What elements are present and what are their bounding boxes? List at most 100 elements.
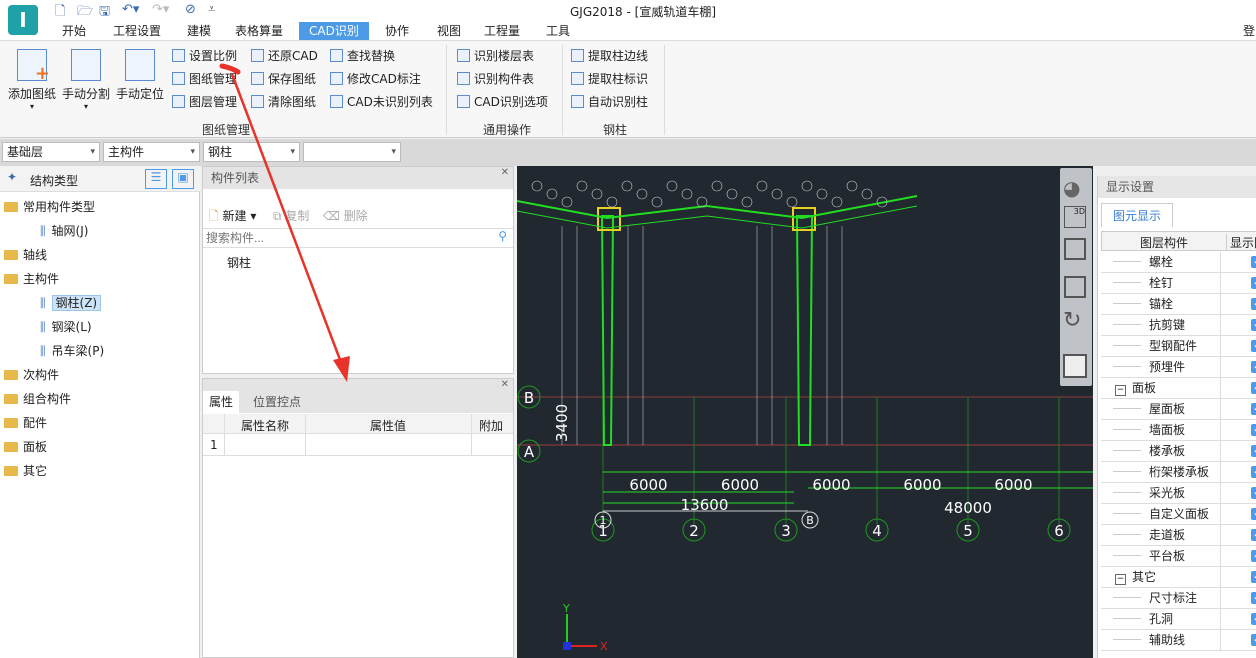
ribbon-button-col5-0[interactable]: 提取柱边线 <box>571 46 648 66</box>
visible-checkbox[interactable]: ✓ <box>1251 361 1256 373</box>
copy-button[interactable]: ⧉ 复制 <box>273 207 309 224</box>
rotate-icon[interactable]: ↻ <box>1063 308 1081 333</box>
close-icon[interactable]: ✕ <box>501 167 509 178</box>
search-input[interactable] <box>203 228 513 248</box>
ribbon-button-col2-2[interactable]: 清除图纸 <box>251 92 316 112</box>
globe-icon[interactable]: ⊘ <box>185 2 196 17</box>
component-select[interactable] <box>303 142 401 162</box>
tree-item[interactable]: 轴线 <box>4 244 47 266</box>
tree-item[interactable]: 面板 <box>4 436 47 458</box>
tab-properties[interactable]: 属性 <box>203 391 240 413</box>
ribbon-button-col5-1[interactable]: 提取柱标识 <box>571 69 648 89</box>
tab-3[interactable]: 表格算量 <box>225 22 293 40</box>
tab-4[interactable]: CAD识别 <box>299 22 369 40</box>
tree-item[interactable]: 次构件 <box>4 364 59 386</box>
tab-element-display[interactable]: 图元显示 <box>1101 203 1173 227</box>
new-file-icon[interactable]: 🗋 <box>55 2 65 24</box>
visible-checkbox[interactable]: ✓ <box>1251 256 1256 268</box>
grid-view-icon[interactable] <box>1063 354 1087 378</box>
app-logo[interactable]: I <box>8 5 38 35</box>
visible-checkbox[interactable]: ✓ <box>1251 424 1256 436</box>
visible-checkbox[interactable]: ✓ <box>1251 382 1256 394</box>
orbit-icon[interactable]: ◕ <box>1063 176 1080 200</box>
layer-row[interactable]: 自定义面板✓ <box>1101 504 1256 525</box>
tree-item[interactable]: ⫼ 轴网(J) <box>40 220 88 242</box>
ribbon-button-col4-2[interactable]: CAD识别选项 <box>457 92 548 112</box>
layer-row[interactable]: 采光板✓ <box>1101 483 1256 504</box>
collapse-icon[interactable]: − <box>1115 385 1126 396</box>
layer-row[interactable]: 屋面板✓ <box>1101 399 1256 420</box>
layer-row[interactable]: 辅助线✓ <box>1101 630 1256 651</box>
layer-row[interactable]: 楼承板✓ <box>1101 441 1256 462</box>
layer-row[interactable]: 抗剪键✓ <box>1101 315 1256 336</box>
ribbon-button-col2-0[interactable]: 还原CAD <box>251 46 318 66</box>
tree-item[interactable]: 其它 <box>4 460 47 482</box>
visible-checkbox[interactable]: ✓ <box>1251 466 1256 478</box>
ribbon-button-col4-0[interactable]: 识别楼层表 <box>457 46 534 66</box>
redo-icon[interactable]: ↷▾ <box>152 2 169 17</box>
manual-locate-button[interactable]: 手动定位 <box>114 49 166 102</box>
cad-canvas[interactable]: 6000 6000 6000 6000 6000 13600 48000 3400 1 2 3 4 5 6… <box>517 166 1093 658</box>
undo-icon[interactable]: ↶▾ <box>122 2 139 17</box>
tree-item[interactable]: ⫼ 钢柱(Z) <box>40 292 102 314</box>
visible-checkbox[interactable]: ✓ <box>1251 529 1256 541</box>
3d-view-icon[interactable]: 3D <box>1064 206 1086 228</box>
visible-checkbox[interactable]: ✓ <box>1251 445 1256 457</box>
layer-row[interactable]: 螺栓✓ <box>1101 252 1256 273</box>
tree-item[interactable]: ⫼ 吊车梁(P) <box>40 340 104 362</box>
visible-checkbox[interactable]: ✓ <box>1251 403 1256 415</box>
ribbon-button-col1-1[interactable]: 图纸管理 <box>172 69 237 89</box>
new-button[interactable]: 🗋 新建 ▾ <box>209 207 256 228</box>
visible-checkbox[interactable]: ✓ <box>1251 550 1256 562</box>
layer-row[interactable]: 栓钉✓ <box>1101 273 1256 294</box>
tab-1[interactable]: 工程设置 <box>103 22 171 40</box>
layer-row[interactable]: 桁架楼承板✓ <box>1101 462 1256 483</box>
layer-row[interactable]: 墙面板✓ <box>1101 420 1256 441</box>
layer-row[interactable]: 锚栓✓ <box>1101 294 1256 315</box>
layer-row[interactable]: 尺寸标注✓ <box>1101 588 1256 609</box>
customize-icon[interactable]: ⩡ <box>208 2 215 17</box>
cube-view-icon[interactable] <box>1064 276 1086 298</box>
visible-checkbox[interactable]: ✓ <box>1251 508 1256 520</box>
tree-item[interactable]: 主构件 <box>4 268 59 290</box>
layer-row[interactable]: −其它✓ <box>1101 567 1256 588</box>
list-view-icon[interactable]: ☰ <box>145 169 167 189</box>
tree-item[interactable]: ⫼ 钢梁(L) <box>40 316 92 338</box>
layer-row[interactable]: 型钢配件✓ <box>1101 336 1256 357</box>
floor-select[interactable]: 基础层 <box>2 142 100 162</box>
ribbon-button-col5-2[interactable]: 自动识别柱 <box>571 92 648 112</box>
ribbon-button-col4-1[interactable]: 识别构件表 <box>457 69 534 89</box>
login-link[interactable]: 登 <box>1243 22 1255 39</box>
tab-8[interactable]: 工具 <box>536 22 580 40</box>
ribbon-button-col1-0[interactable]: 设置比例 <box>172 46 237 66</box>
tree-item[interactable]: 常用构件类型 <box>4 196 95 218</box>
manual-split-button[interactable]: 手动分割 ▾ <box>60 49 112 111</box>
table-row[interactable]: 1 <box>203 435 513 456</box>
type-select[interactable]: 钢柱 <box>203 142 300 162</box>
visible-checkbox[interactable]: ✓ <box>1251 277 1256 289</box>
save-icon[interactable]: 🖫 <box>99 2 110 24</box>
tab-6[interactable]: 视图 <box>427 22 471 40</box>
visible-checkbox[interactable]: ✓ <box>1251 613 1256 625</box>
search-icon[interactable]: ⚲ <box>498 229 507 243</box>
ribbon-button-col3-2[interactable]: CAD未识别列表 <box>330 92 433 112</box>
layer-row[interactable]: 走道板✓ <box>1101 525 1256 546</box>
tab-control-points[interactable]: 位置控点 <box>245 391 309 413</box>
visible-checkbox[interactable]: ✓ <box>1251 340 1256 352</box>
tab-0[interactable]: 开始 <box>52 22 96 40</box>
visible-checkbox[interactable]: ✓ <box>1251 571 1256 583</box>
ribbon-button-col3-0[interactable]: 查找替换 <box>330 46 395 66</box>
visible-checkbox[interactable]: ✓ <box>1251 319 1256 331</box>
tab-2[interactable]: 建模 <box>177 22 221 40</box>
close-icon[interactable]: ✕ <box>501 379 509 390</box>
visible-checkbox[interactable]: ✓ <box>1251 634 1256 646</box>
tab-5[interactable]: 协作 <box>375 22 419 40</box>
delete-button[interactable]: ⌫ 删除 <box>323 207 368 224</box>
tab-7[interactable]: 工程量 <box>474 22 530 40</box>
category-select[interactable]: 主构件 <box>103 142 200 162</box>
collapse-icon[interactable]: − <box>1115 574 1126 585</box>
ribbon-button-col2-1[interactable]: 保存图纸 <box>251 69 316 89</box>
layer-row[interactable]: 孔洞✓ <box>1101 609 1256 630</box>
tree-item[interactable]: 配件 <box>4 412 47 434</box>
front-view-icon[interactable] <box>1064 238 1086 260</box>
